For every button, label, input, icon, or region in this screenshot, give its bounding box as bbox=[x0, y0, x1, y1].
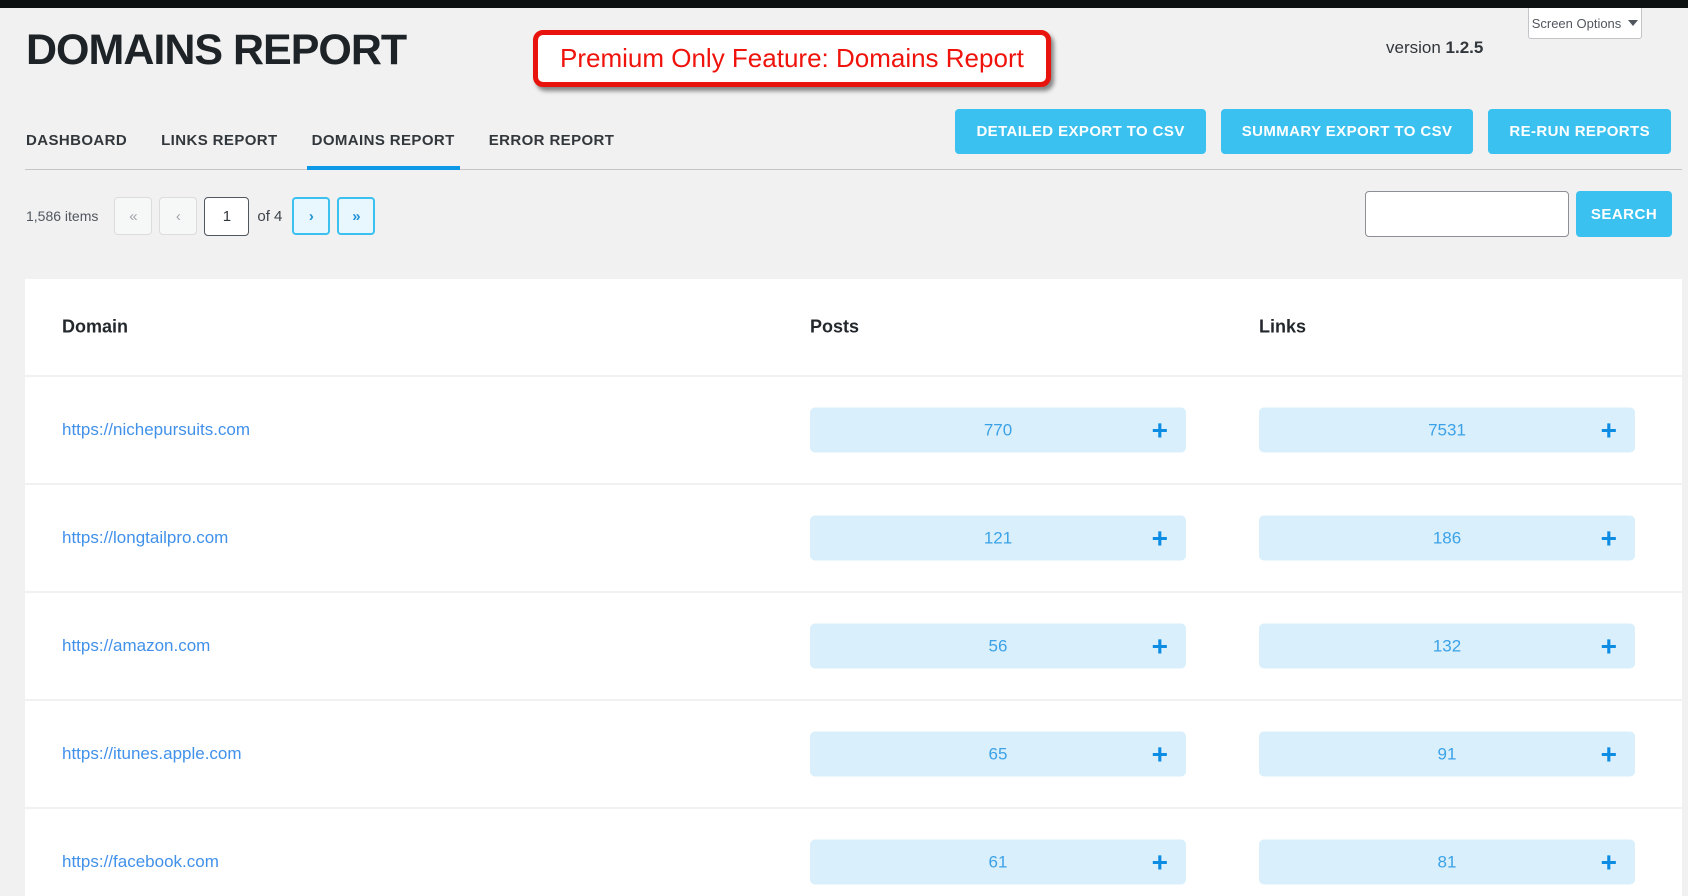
search-input[interactable] bbox=[1365, 191, 1569, 237]
first-page-button[interactable]: « bbox=[114, 197, 153, 235]
posts-count: 121 bbox=[983, 528, 1013, 547]
posts-count-pill[interactable]: 770 + bbox=[810, 407, 1186, 453]
screen-options-button[interactable]: Screen Options bbox=[1528, 8, 1642, 39]
posts-count-pill[interactable]: 61 + bbox=[810, 839, 1186, 885]
screen-options-label: Screen Options bbox=[1531, 15, 1622, 31]
posts-count-pill[interactable]: 121 + bbox=[810, 515, 1186, 561]
plus-icon[interactable]: + bbox=[1152, 632, 1168, 660]
links-count-pill[interactable]: 81 + bbox=[1259, 839, 1635, 885]
chevron-down-icon bbox=[1628, 20, 1639, 26]
table-row: https://longtailpro.com 121 + 186 + bbox=[25, 483, 1682, 591]
items-count-label: 1,586 items bbox=[26, 208, 99, 224]
version-number: 1.2.5 bbox=[1445, 38, 1484, 57]
column-header-posts: Posts bbox=[810, 316, 860, 337]
total-pages-label: of 4 bbox=[257, 207, 283, 225]
domain-link[interactable]: https://itunes.apple.com bbox=[62, 744, 242, 764]
plus-icon[interactable]: + bbox=[1152, 740, 1168, 768]
domain-link[interactable]: https://longtailpro.com bbox=[62, 528, 228, 548]
column-header-links: Links bbox=[1259, 316, 1307, 337]
tab-error-report[interactable]: ERROR REPORT bbox=[489, 112, 615, 169]
version-label: version 1.2.5 bbox=[1386, 38, 1483, 58]
current-page-input[interactable] bbox=[204, 196, 250, 236]
links-count-pill[interactable]: 186 + bbox=[1259, 515, 1635, 561]
table-row: https://amazon.com 56 + 132 + bbox=[25, 591, 1682, 699]
version-word: version bbox=[1386, 38, 1441, 57]
links-count-pill[interactable]: 91 + bbox=[1259, 731, 1635, 777]
posts-count: 61 bbox=[988, 852, 1008, 871]
next-page-button[interactable]: › bbox=[292, 197, 331, 235]
tab-links-report[interactable]: LINKS REPORT bbox=[161, 112, 277, 169]
posts-count: 56 bbox=[988, 636, 1008, 655]
tab-dashboard[interactable]: DASHBOARD bbox=[26, 112, 127, 169]
table-header-row: Domain Posts Links bbox=[25, 279, 1682, 375]
posts-count: 65 bbox=[988, 744, 1008, 763]
plus-icon[interactable]: + bbox=[1601, 416, 1617, 444]
page-title: DOMAINS REPORT bbox=[26, 26, 407, 74]
previous-page-button[interactable]: ‹ bbox=[159, 197, 198, 235]
table-row: https://facebook.com 61 + 81 + bbox=[25, 807, 1682, 896]
summary-export-csv-button[interactable]: SUMMARY EXPORT TO CSV bbox=[1220, 109, 1474, 154]
domain-link[interactable]: https://amazon.com bbox=[62, 636, 210, 656]
table-row: https://itunes.apple.com 65 + 91 + bbox=[25, 699, 1682, 807]
export-actions: DETAILED EXPORT TO CSV SUMMARY EXPORT TO… bbox=[955, 109, 1671, 154]
detailed-export-csv-button[interactable]: DETAILED EXPORT TO CSV bbox=[955, 109, 1206, 154]
column-header-domain: Domain bbox=[62, 316, 129, 337]
premium-annotation-badge: Premium Only Feature: Domains Report bbox=[533, 30, 1051, 87]
links-count: 7531 bbox=[1428, 420, 1466, 439]
plus-icon[interactable]: + bbox=[1601, 632, 1617, 660]
admin-top-bar bbox=[0, 0, 1688, 8]
links-count-pill[interactable]: 132 + bbox=[1259, 623, 1635, 669]
links-count-pill[interactable]: 7531 + bbox=[1259, 407, 1635, 453]
posts-count: 770 bbox=[983, 420, 1013, 439]
links-count: 91 bbox=[1437, 744, 1457, 763]
plus-icon[interactable]: + bbox=[1152, 848, 1168, 876]
search-button[interactable]: SEARCH bbox=[1576, 191, 1672, 237]
links-count: 186 bbox=[1432, 528, 1462, 547]
links-count: 81 bbox=[1437, 852, 1457, 871]
plus-icon[interactable]: + bbox=[1601, 740, 1617, 768]
last-page-button[interactable]: » bbox=[337, 197, 376, 235]
plus-icon[interactable]: + bbox=[1601, 524, 1617, 552]
plus-icon[interactable]: + bbox=[1152, 524, 1168, 552]
posts-count-pill[interactable]: 56 + bbox=[810, 623, 1186, 669]
links-count: 132 bbox=[1432, 636, 1462, 655]
rerun-reports-button[interactable]: RE-RUN REPORTS bbox=[1488, 109, 1671, 154]
plus-icon[interactable]: + bbox=[1601, 848, 1617, 876]
domains-table: Domain Posts Links https://nichepursuits… bbox=[25, 279, 1682, 896]
plus-icon[interactable]: + bbox=[1152, 416, 1168, 444]
pagination: 1,586 items « ‹ of 4 › » bbox=[26, 196, 382, 236]
table-row: https://nichepursuits.com 770 + 7531 + bbox=[25, 375, 1682, 483]
domain-link[interactable]: https://facebook.com bbox=[62, 852, 219, 872]
domain-link[interactable]: https://nichepursuits.com bbox=[62, 420, 250, 440]
posts-count-pill[interactable]: 65 + bbox=[810, 731, 1186, 777]
tab-domains-report[interactable]: DOMAINS REPORT bbox=[306, 112, 460, 170]
